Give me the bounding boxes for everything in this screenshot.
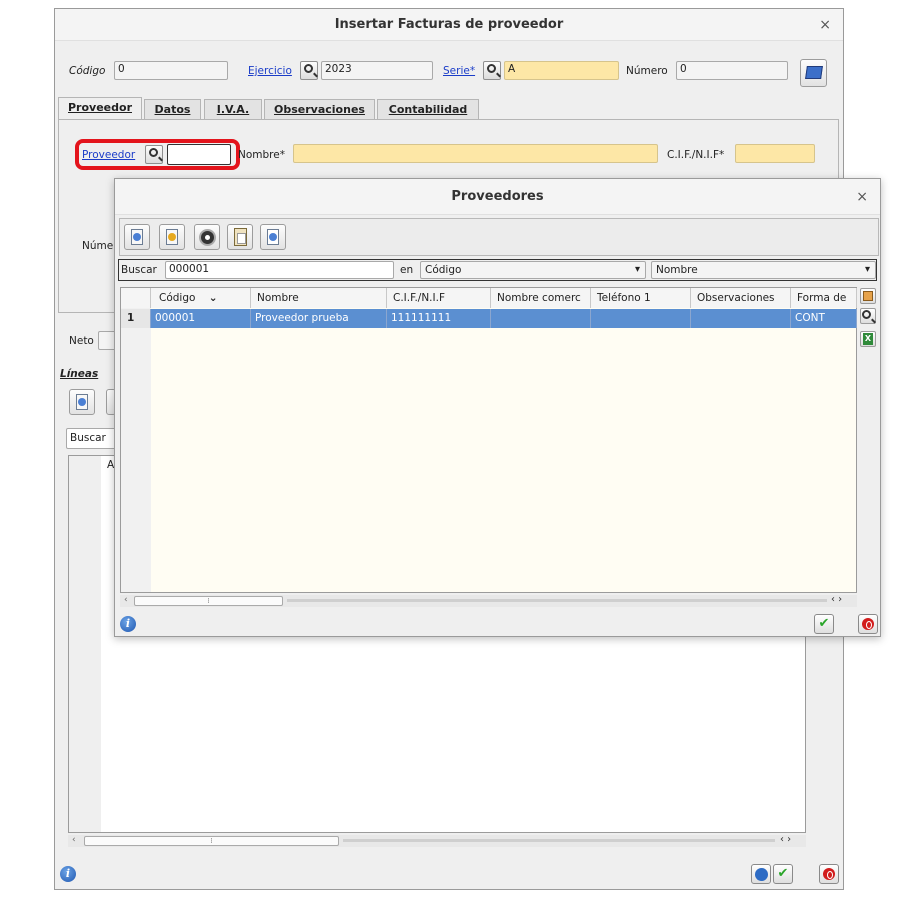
edit-record-icon [166,229,178,245]
config-grid-button[interactable] [860,288,876,304]
dialog-title: Proveedores [115,179,880,215]
serie-field[interactable]: A [504,61,619,80]
neto-label: Neto [69,335,94,347]
dialog-order-select[interactable]: Nombre ▾ [651,261,876,279]
grid-header-corner [121,288,151,308]
cell-nombre: Proveedor prueba [251,309,387,328]
grid-header-observaciones[interactable]: Observaciones [691,288,791,308]
copy-record-icon [234,228,247,246]
serie-link[interactable]: Serie* [443,65,475,77]
new-record-icon [76,394,88,410]
grid-header-nombre-comercial[interactable]: Nombre comerc [491,288,591,308]
ejercicio-search-button[interactable] [300,61,318,80]
grid-row-index: 1 [121,309,151,328]
info-icon[interactable]: i [120,616,136,632]
dialog-buscar-label: Buscar [121,264,157,276]
lineas-scroll-thumb[interactable]: ⁞ [84,836,339,846]
refresh-button[interactable] [751,864,771,884]
grid-header-codigo[interactable]: Código ⌄ [151,288,251,308]
main-window-title: Insertar Facturas de proveedor [55,9,843,41]
excel-icon: X [863,333,873,345]
serie-search-button[interactable] [483,61,501,80]
scroll-left-icon[interactable]: ‹ [72,835,76,845]
dialog-scroll-track [287,599,827,602]
main-window-close-button[interactable]: × [819,9,831,41]
dialog-close-button[interactable]: × [856,179,868,215]
proveedor-field[interactable] [167,144,231,165]
numero-partial-label: Núme [82,240,114,252]
delete-record-icon [199,229,216,246]
proveedores-grid: Código ⌄ Nombre C.I.F./N.I.F Nombre come… [120,287,857,593]
scroll-arrows-icon[interactable]: ‹ › [780,834,791,845]
dialog-en-label: en [400,264,414,276]
browse-record-icon [805,66,823,79]
dialog-scroll-thumb[interactable]: ⁞ [134,596,283,606]
tab-observaciones[interactable]: Observaciones [264,99,375,119]
search-icon [149,148,158,157]
numero-label: Número [626,65,668,77]
cif-label: C.I.F./N.I.F* [667,149,725,161]
dialog-browse-button[interactable] [260,224,286,250]
grid-header-cif[interactable]: C.I.F./N.I.F [387,288,491,308]
ejercicio-field[interactable]: 2023 [321,61,433,80]
search-icon [304,64,313,73]
dialog-delete-button[interactable] [194,224,220,250]
search-icon [487,64,496,73]
proveedor-search-button[interactable] [145,145,163,164]
export-excel-button[interactable]: X [860,331,876,347]
lineas-buscar-label: Buscar [66,428,116,449]
nombre-field[interactable] [293,144,658,163]
numero-field[interactable]: 0 [676,61,788,80]
scroll-arrows-icon[interactable]: ‹ › [831,594,842,605]
tab-contabilidad[interactable]: Contabilidad [377,99,479,119]
dialog-new-button[interactable] [124,224,150,250]
cif-field[interactable] [735,144,815,163]
tab-iva[interactable]: I.V.A. [204,99,262,119]
info-icon[interactable]: i [60,866,76,882]
dialog-edit-button[interactable] [159,224,185,250]
dialog-buscar-field[interactable]: 000001 [165,261,394,279]
lineas-grid-rowheader [69,456,101,832]
codigo-field[interactable]: 0 [114,61,228,80]
grid-header-telefono[interactable]: Teléfono 1 [591,288,691,308]
codigo-label: Código [69,65,106,77]
grid-header-forma-pago[interactable]: Forma de [791,288,857,308]
sort-desc-icon: ⌄ [208,292,218,304]
new-record-icon [131,229,143,245]
main-cancel-button[interactable] [819,864,839,884]
lineas-label: Líneas [60,368,99,380]
dialog-copy-button[interactable] [227,224,253,250]
chevron-down-icon: ▾ [864,264,870,275]
chevron-down-icon: ▾ [634,264,640,275]
grid-search-button[interactable] [860,308,876,324]
tab-datos[interactable]: Datos [144,99,201,119]
accept-icon: ✔ [818,616,830,631]
search-icon [862,310,871,319]
grid-header-nombre[interactable]: Nombre [251,288,387,308]
accept-icon: ✔ [777,866,789,881]
ejercicio-link[interactable]: Ejercicio [248,65,292,77]
cell-telefono [591,309,691,328]
lineas-scroll-track [343,839,775,842]
cell-cif: 111111111 [387,309,491,328]
browse-record-icon [267,229,279,245]
scroll-left-icon[interactable]: ‹ [124,595,128,605]
cell-nombre-comercial [491,309,591,328]
cell-observaciones [691,309,791,328]
dialog-accept-button[interactable]: ✔ [814,614,834,634]
cell-codigo: 000001 [151,309,251,328]
grid-rowheader-column [121,288,151,592]
tab-proveedor[interactable]: Proveedor [58,97,142,120]
lineas-horizontal-scrollbar[interactable]: ‹ ⁞ ‹ › [68,834,806,847]
cell-forma-pago: CONT [791,309,857,328]
dialog-cancel-button[interactable] [858,614,878,634]
lineas-new-button[interactable] [69,389,95,415]
nombre-label: Nombre* [238,149,285,161]
proveedor-link[interactable]: Proveedor [82,149,135,161]
browse-record-button[interactable] [800,59,827,87]
dialog-horizontal-scrollbar[interactable]: ‹ ⁞ ‹ › [120,594,857,607]
dialog-field-select[interactable]: Código ▾ [420,261,646,279]
main-accept-button[interactable]: ✔ [773,864,793,884]
config-grid-icon [863,291,873,301]
